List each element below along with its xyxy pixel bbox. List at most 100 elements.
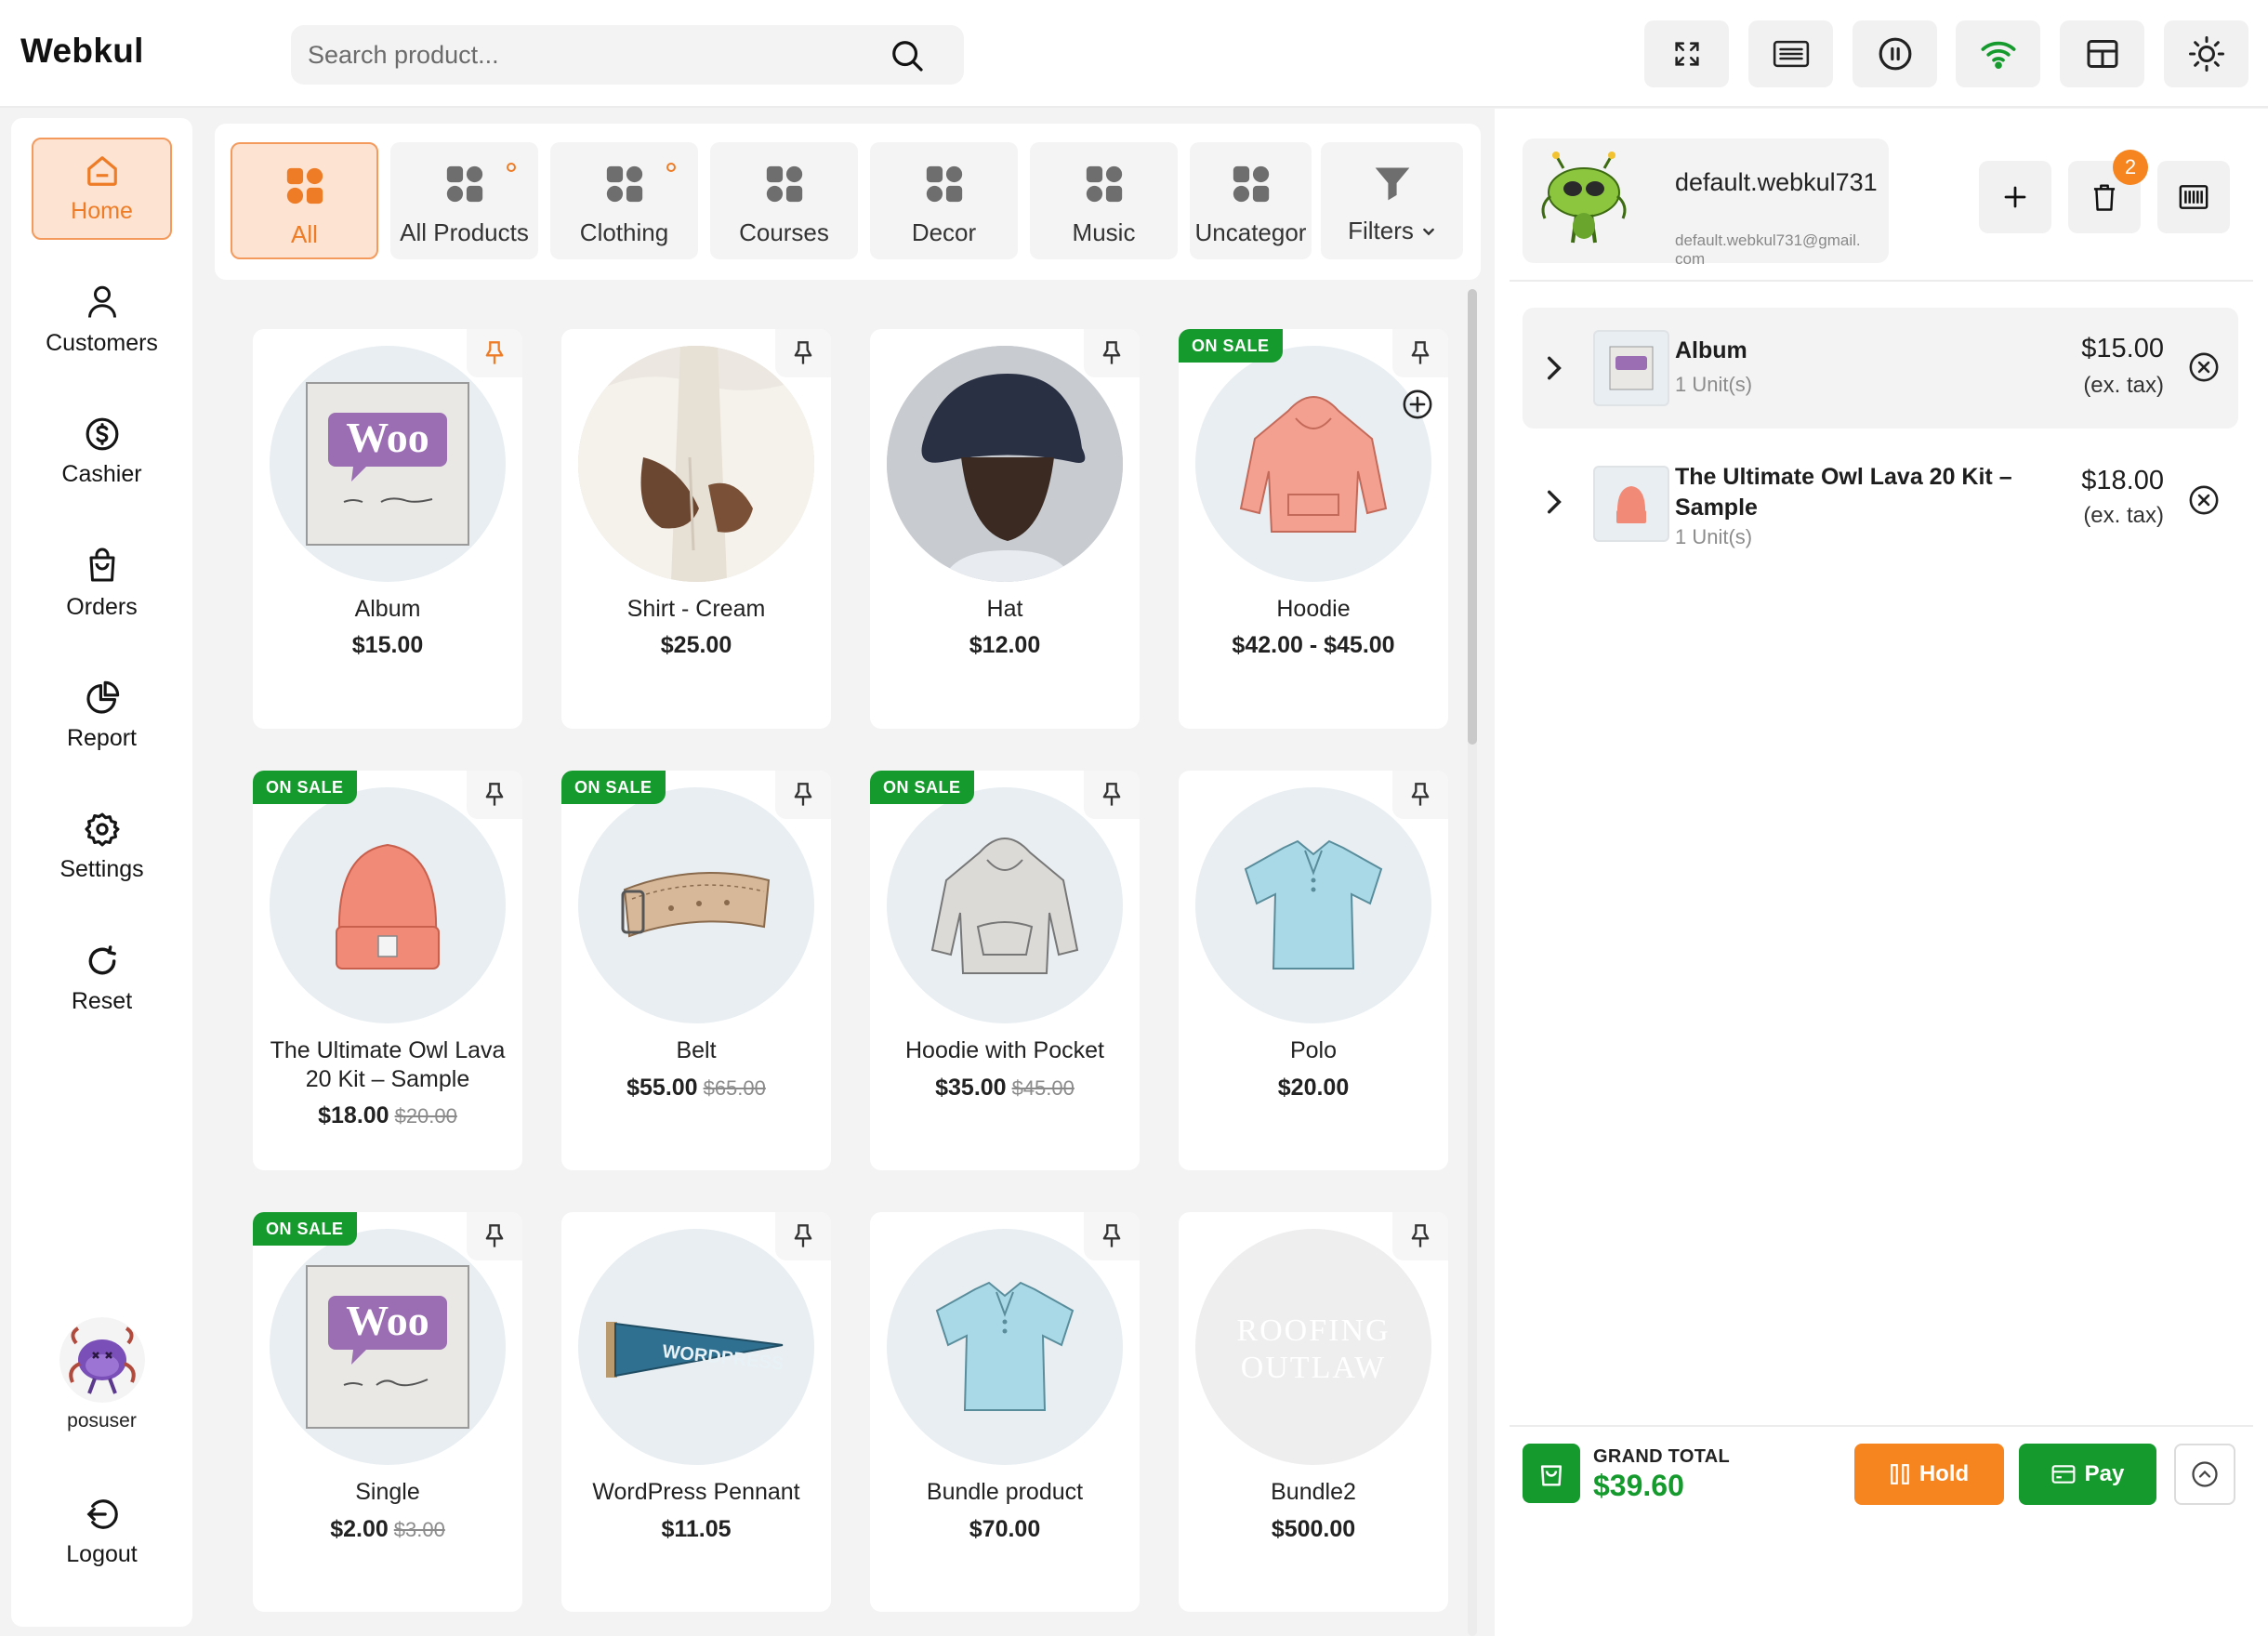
layout-button[interactable] xyxy=(2060,20,2144,87)
product-card[interactable]: ON SALE The Ultimate Owl Lava 20 Kit – S… xyxy=(253,771,522,1170)
chevron-right-icon[interactable] xyxy=(1541,488,1565,516)
product-image xyxy=(578,346,814,582)
product-name: Bundle product xyxy=(926,1479,1084,1505)
product-card[interactable]: Bundle product $70.00 xyxy=(870,1212,1140,1612)
product-image xyxy=(578,787,814,1023)
sale-badge: ON SALE xyxy=(1179,329,1283,363)
search-input[interactable] xyxy=(308,25,865,85)
pay-button[interactable]: Pay xyxy=(2019,1444,2156,1505)
theme-toggle-button[interactable] xyxy=(2164,20,2248,87)
pin-button[interactable] xyxy=(467,1212,522,1260)
product-name: Bundle2 xyxy=(1271,1479,1356,1505)
sale-badge: ON SALE xyxy=(253,771,357,804)
sidebar-item-customers[interactable]: Customers xyxy=(11,269,192,371)
product-image: Woo xyxy=(270,1229,506,1465)
product-card[interactable]: Polo $20.00 xyxy=(1179,771,1448,1170)
pin-button[interactable] xyxy=(467,771,522,819)
keyboard-button[interactable] xyxy=(1748,20,1833,87)
card-icon xyxy=(2051,1465,2076,1484)
product-card[interactable]: ON SALE Hoodie with Pocket $35.00 $45.00 xyxy=(870,771,1140,1170)
category-decor[interactable]: Decor xyxy=(870,142,1018,259)
sidebar-item-orders[interactable]: Orders xyxy=(11,533,192,635)
customer-avatar xyxy=(1536,150,1632,252)
pin-button[interactable] xyxy=(1392,1212,1448,1260)
sale-badge: ON SALE xyxy=(253,1212,357,1246)
user-profile[interactable]: posuser xyxy=(11,1317,192,1432)
cart-item-price: $15.00 xyxy=(2081,334,2164,363)
sidebar-item-report[interactable]: Report xyxy=(11,665,192,767)
price-current: $500.00 xyxy=(1271,1516,1356,1542)
price-current: $35.00 xyxy=(935,1075,1007,1101)
price-current: $42.00 - $45.00 xyxy=(1232,632,1395,658)
sidebar-item-home[interactable]: Home xyxy=(32,138,172,240)
product-price: $500.00 xyxy=(1179,1516,1448,1543)
chevron-right-icon[interactable] xyxy=(1541,354,1565,382)
category-label: All Products xyxy=(400,218,529,246)
pin-button[interactable] xyxy=(1392,329,1448,377)
product-card[interactable]: ON SALE Belt $55.00 $65.00 xyxy=(561,771,831,1170)
pay-label: Pay xyxy=(2084,1461,2125,1486)
price-current: $12.00 xyxy=(969,632,1041,658)
logout-button[interactable]: Logout xyxy=(11,1481,192,1583)
price-original: $20.00 xyxy=(394,1104,457,1128)
product-image xyxy=(887,1229,1123,1465)
product-card[interactable]: ON SALE Hoodie $42.00 - $45.00 xyxy=(1179,329,1448,729)
pin-button[interactable] xyxy=(467,329,522,377)
sidebar-item-label: Cashier xyxy=(61,460,142,487)
fullscreen-icon xyxy=(1674,42,1699,66)
add-variant-icon[interactable] xyxy=(1402,389,1433,420)
product-card[interactable]: Woo ON SALE Single $2.00 $3.00 xyxy=(253,1212,522,1612)
search-icon[interactable] xyxy=(890,38,925,73)
product-card[interactable]: WORDPRESS WordPress Pennant $11.05 xyxy=(561,1212,831,1612)
product-name: Polo xyxy=(1289,1037,1338,1063)
category-bar: All All Products Clothing Courses Decor … xyxy=(215,124,1481,280)
pin-button[interactable] xyxy=(1084,1212,1140,1260)
category-uncategorized[interactable]: Uncategorized xyxy=(1190,142,1312,259)
hold-button[interactable]: Hold xyxy=(1854,1444,2004,1505)
category-all[interactable]: All xyxy=(231,142,378,259)
category-clothing[interactable]: Clothing xyxy=(550,142,698,259)
cart-line-item[interactable]: The Ultimate Owl Lava 20 Kit – Sample 1 … xyxy=(1523,443,2238,564)
bag-icon xyxy=(89,548,114,581)
pause-button[interactable] xyxy=(1853,20,1937,87)
sidebar-item-cashier[interactable]: Cashier xyxy=(11,401,192,503)
pin-button[interactable] xyxy=(775,771,831,819)
pin-button[interactable] xyxy=(1084,329,1140,377)
barcode-button[interactable] xyxy=(2157,161,2230,233)
product-price: $12.00 xyxy=(870,632,1140,659)
category-label: All xyxy=(291,220,318,248)
category-label: Music xyxy=(1072,218,1136,246)
pin-button[interactable] xyxy=(1084,771,1140,819)
customer-card[interactable]: default.webkul731 default.webkul731@gmai… xyxy=(1523,139,1889,268)
filters-button[interactable]: Filters xyxy=(1321,142,1463,259)
fullscreen-button[interactable] xyxy=(1644,20,1729,87)
product-card[interactable]: ROOFING OUTLAW Bundle2 $500.00 xyxy=(1179,1212,1448,1612)
category-music[interactable]: Music xyxy=(1030,142,1178,259)
category-label: Clothing xyxy=(579,218,669,246)
category-courses[interactable]: Courses xyxy=(710,142,858,259)
remove-item-icon[interactable] xyxy=(2188,351,2220,383)
pin-icon xyxy=(1411,341,1430,364)
expand-summary-button[interactable] xyxy=(2174,1444,2235,1505)
category-all-products[interactable]: All Products xyxy=(390,142,538,259)
wifi-button[interactable] xyxy=(1956,20,2040,87)
remove-item-icon[interactable] xyxy=(2188,484,2220,516)
pin-button[interactable] xyxy=(775,329,831,377)
filter-icon xyxy=(1375,167,1409,201)
avatar xyxy=(59,1317,145,1403)
sale-badge: ON SALE xyxy=(561,771,666,804)
add-customer-button[interactable] xyxy=(1979,161,2051,233)
product-image: ROOFING OUTLAW xyxy=(1195,1229,1431,1465)
cart-line-item[interactable]: Album 1 Unit(s) $15.00 (ex. tax) xyxy=(1523,308,2238,429)
sidebar-item-settings[interactable]: Settings xyxy=(11,796,192,898)
pin-button[interactable] xyxy=(1392,771,1448,819)
product-card[interactable]: Hat $12.00 xyxy=(870,329,1140,729)
pin-button[interactable] xyxy=(775,1212,831,1260)
product-card[interactable]: Woo Album $15.00 xyxy=(253,329,522,729)
sidebar-item-label: Orders xyxy=(66,593,138,620)
pin-icon xyxy=(1102,783,1121,806)
cart-count-badge: 2 xyxy=(2113,150,2148,185)
sidebar-item-reset[interactable]: Reset xyxy=(11,928,192,1030)
image-text: ROOFING xyxy=(1236,1313,1390,1348)
product-card[interactable]: Shirt - Cream $25.00 xyxy=(561,329,831,729)
